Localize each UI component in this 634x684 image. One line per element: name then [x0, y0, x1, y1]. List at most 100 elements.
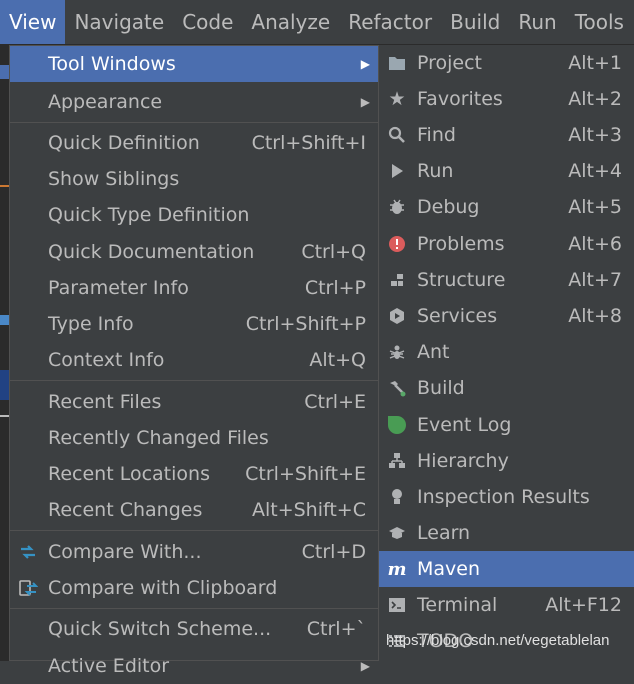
play-icon: [387, 161, 407, 181]
separator: [10, 122, 378, 123]
menu-item-label: Debug: [417, 196, 480, 218]
menu-item-recent-files[interactable]: Recent Files Ctrl+E: [10, 384, 378, 420]
menu-item-label: Recently Changed Files: [48, 427, 269, 449]
event-log-icon: [387, 415, 407, 435]
menu-item-quick-switch-scheme[interactable]: Quick Switch Scheme... Ctrl+`: [10, 611, 378, 647]
shortcut: Alt+4: [568, 160, 622, 182]
menu-tools[interactable]: Tools: [566, 0, 633, 44]
menu-item-label: Hierarchy: [417, 450, 509, 472]
menu-item-label: Find: [417, 124, 456, 146]
menu-item-label: Recent Files: [48, 391, 162, 413]
menu-item-appearance[interactable]: Appearance ▶: [10, 84, 378, 120]
menu-item-tool-windows[interactable]: Tool Windows ▶: [10, 46, 378, 82]
menu-item-show-siblings[interactable]: Show Siblings: [10, 161, 378, 197]
menu-code[interactable]: Code: [173, 0, 242, 44]
tool-window-structure[interactable]: Structure Alt+7: [379, 262, 634, 298]
tool-window-build[interactable]: Build: [379, 370, 634, 406]
menu-item-label: Services: [417, 305, 498, 327]
menu-bar: View Navigate Code Analyze Refactor Buil…: [0, 0, 634, 45]
watermark: https://blog.csdn.net/vegetablelan: [386, 632, 610, 649]
terminal-icon: [387, 595, 407, 615]
menu-refactor[interactable]: Refactor: [339, 0, 441, 44]
hammer-icon: [387, 378, 407, 398]
menu-item-quick-type-definition[interactable]: Quick Type Definition: [10, 197, 378, 233]
shortcut: Ctrl+Shift+P: [245, 313, 366, 335]
compare-clipboard-icon: [18, 578, 38, 598]
menu-view[interactable]: View: [0, 0, 66, 44]
tool-window-problems[interactable]: Problems Alt+6: [379, 226, 634, 262]
menu-analyze[interactable]: Analyze: [242, 0, 339, 44]
shortcut: Ctrl+D: [301, 541, 366, 563]
tool-window-find[interactable]: Find Alt+3: [379, 117, 634, 153]
menu-item-label: Favorites: [417, 88, 503, 110]
tool-window-debug[interactable]: Debug Alt+5: [379, 189, 634, 225]
tool-window-run[interactable]: Run Alt+4: [379, 153, 634, 189]
menu-item-label: Quick Definition: [48, 132, 200, 154]
menu-build[interactable]: Build: [441, 0, 509, 44]
separator: [10, 608, 378, 609]
tool-window-project[interactable]: Project Alt+1: [379, 45, 634, 81]
tool-window-ant[interactable]: Ant: [379, 334, 634, 370]
folder-icon: [387, 53, 407, 73]
menu-item-label: Active Editor: [48, 655, 170, 677]
menu-item-recent-locations[interactable]: Recent Locations Ctrl+Shift+E: [10, 456, 378, 492]
tool-window-terminal[interactable]: Terminal Alt+F12: [379, 587, 634, 623]
shortcut: Ctrl+Shift+E: [245, 463, 366, 485]
tool-window-favorites[interactable]: ★ Favorites Alt+2: [379, 81, 634, 117]
bug-icon: [387, 197, 407, 217]
tool-window-services[interactable]: Services Alt+8: [379, 298, 634, 334]
menu-item-label: Compare with Clipboard: [48, 577, 278, 599]
menu-item-label: Inspection Results: [417, 486, 590, 508]
menu-item-quick-documentation[interactable]: Quick Documentation Ctrl+Q: [10, 234, 378, 270]
tool-window-learn[interactable]: Learn: [379, 515, 634, 551]
menu-item-parameter-info[interactable]: Parameter Info Ctrl+P: [10, 270, 378, 306]
tool-windows-submenu: Project Alt+1 ★ Favorites Alt+2 Find Alt…: [378, 45, 634, 661]
shortcut: Alt+5: [568, 196, 622, 218]
menu-item-label: Quick Type Definition: [48, 204, 250, 226]
submenu-arrow-icon: ▶: [360, 57, 370, 71]
shortcut: Ctrl+E: [304, 391, 366, 413]
menu-item-label: Appearance: [48, 91, 163, 113]
menu-item-compare-with[interactable]: Compare With... Ctrl+D: [10, 534, 378, 570]
menu-item-quick-definition[interactable]: Quick Definition Ctrl+Shift+I: [10, 125, 378, 161]
tool-window-event-log[interactable]: Event Log: [379, 407, 634, 443]
structure-icon: [387, 270, 407, 290]
ant-icon: [387, 342, 407, 362]
menu-item-label: Problems: [417, 233, 505, 255]
menu-item-compare-with-clipboard[interactable]: Compare with Clipboard: [10, 570, 378, 606]
menu-navigate[interactable]: Navigate: [65, 0, 173, 44]
tool-window-maven[interactable]: m Maven: [379, 551, 634, 587]
shortcut: Alt+1: [568, 52, 622, 74]
shortcut: Ctrl+Q: [301, 241, 366, 263]
menu-item-active-editor[interactable]: Active Editor ▶: [10, 648, 378, 684]
search-icon: [387, 125, 407, 145]
shortcut: Alt+Shift+C: [251, 499, 366, 521]
menu-item-label: Run: [417, 160, 454, 182]
menu-item-label: Recent Locations: [48, 463, 210, 485]
tool-window-inspection-results[interactable]: Inspection Results: [379, 479, 634, 515]
menu-item-label: Recent Changes: [48, 499, 203, 521]
menu-item-label: Show Siblings: [48, 168, 180, 190]
shortcut: Alt+6: [568, 233, 622, 255]
menu-item-label: Quick Documentation: [48, 241, 255, 263]
menu-item-label: Tool Windows: [48, 53, 176, 75]
menu-item-context-info[interactable]: Context Info Alt+Q: [10, 342, 378, 378]
shortcut: Ctrl+`: [306, 618, 366, 640]
menu-item-label: Structure: [417, 269, 506, 291]
menu-item-type-info[interactable]: Type Info Ctrl+Shift+P: [10, 306, 378, 342]
menu-item-label: Event Log: [417, 414, 512, 436]
menu-item-recent-changes[interactable]: Recent Changes Alt+Shift+C: [10, 492, 378, 528]
menu-item-label: Compare With...: [48, 541, 202, 563]
shortcut: Ctrl+P: [304, 277, 366, 299]
star-icon: ★: [388, 88, 406, 110]
maven-icon: m: [387, 558, 407, 580]
services-icon: [387, 306, 407, 326]
menu-run[interactable]: Run: [509, 0, 565, 44]
compare-icon: [18, 542, 38, 562]
editor-background: [0, 45, 9, 661]
menu-item-label: Ant: [417, 341, 450, 363]
shortcut: Alt+7: [568, 269, 622, 291]
shortcut: Alt+3: [568, 124, 622, 146]
tool-window-hierarchy[interactable]: Hierarchy: [379, 443, 634, 479]
menu-item-recently-changed-files[interactable]: Recently Changed Files: [10, 420, 378, 456]
